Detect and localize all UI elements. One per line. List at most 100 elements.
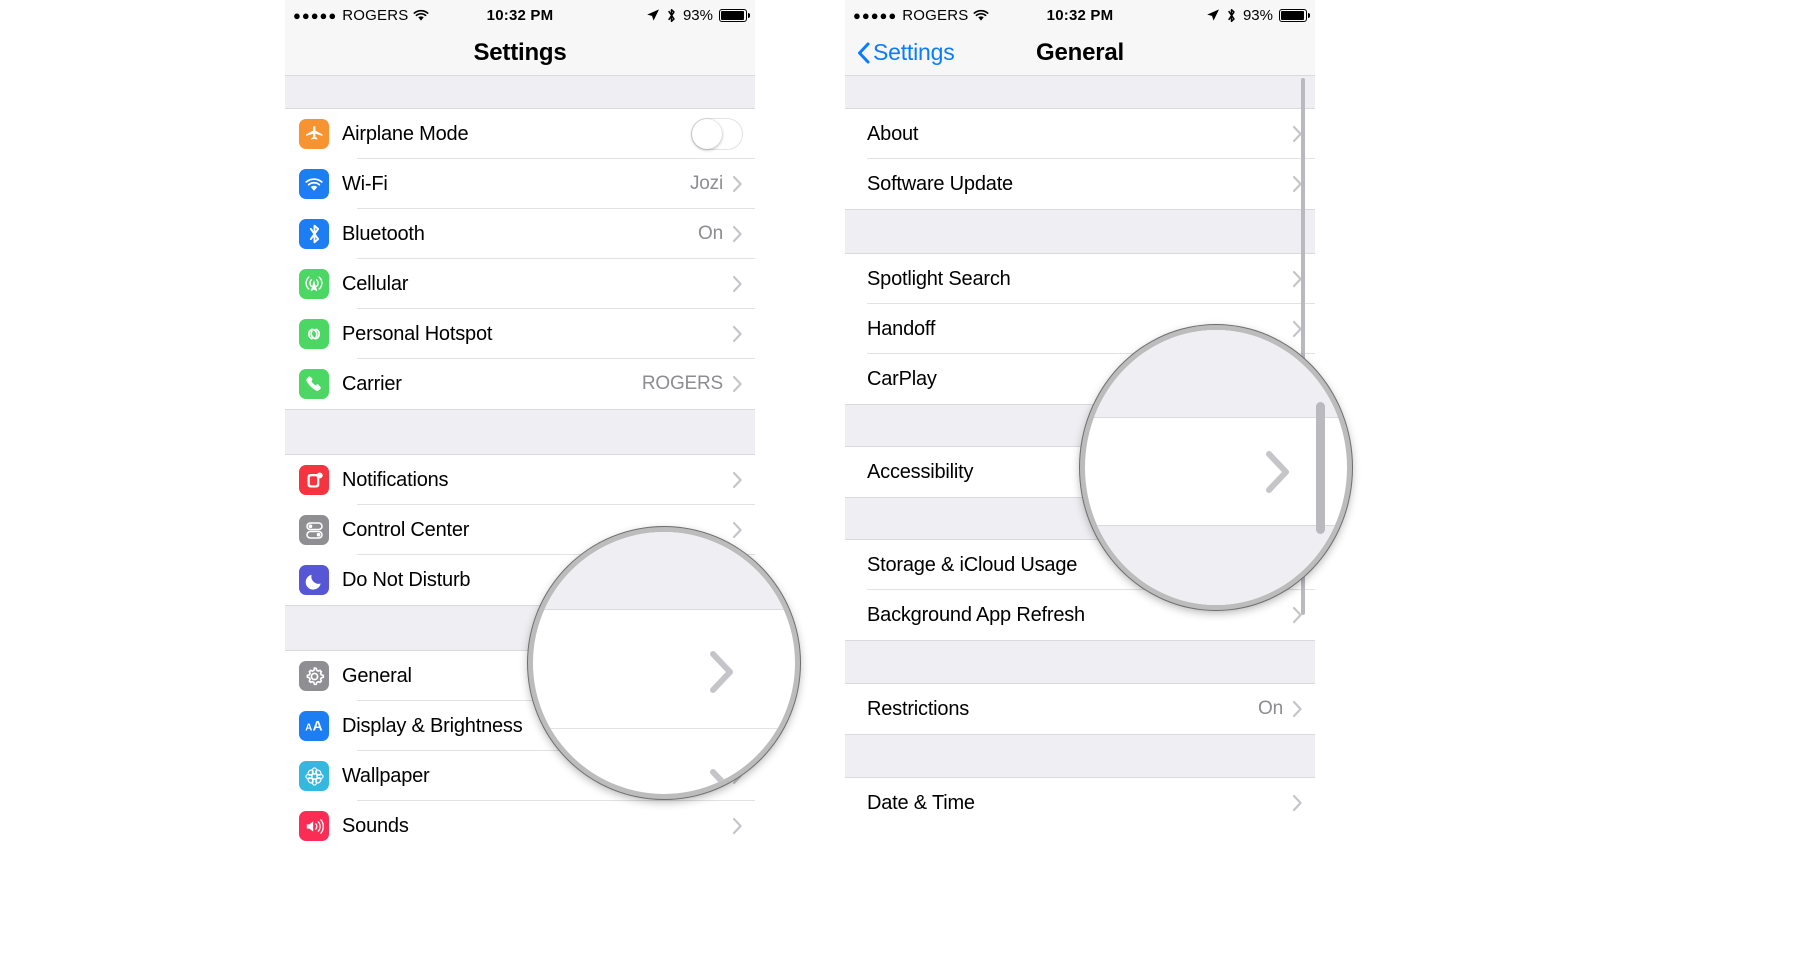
list-item-about[interactable]: About: [845, 109, 1315, 159]
back-button[interactable]: Settings: [857, 39, 955, 66]
list-item-label: Personal Hotspot: [342, 322, 493, 345]
bluetooth-icon: [1226, 8, 1237, 23]
list-item-value: On: [698, 223, 723, 244]
list-item-wi-fi[interactable]: Wi-Fi Jozi: [285, 159, 755, 209]
hotspot-link-icon: [299, 319, 329, 349]
status-bar-right-group: 93%: [1206, 6, 1310, 24]
list-item-carrier[interactable]: Carrier ROGERS: [285, 359, 755, 409]
group-spacer: [845, 640, 1315, 684]
list-item-restrictions[interactable]: Restrictions On: [845, 684, 1315, 734]
chevron-right-icon: [732, 817, 743, 835]
signal-dots-icon: ●●●●●: [853, 7, 898, 23]
group-spacer: [845, 75, 1315, 109]
list-item-date-time[interactable]: Date & Time: [845, 778, 1315, 828]
magnifier-left: [528, 527, 800, 799]
group-spacer: [285, 75, 755, 109]
chevron-right-icon: [732, 325, 743, 343]
list-item-sounds[interactable]: Sounds: [285, 801, 755, 851]
vertical-scrollbar[interactable]: [1301, 78, 1305, 370]
wallpaper-flower-icon: [299, 761, 329, 791]
wifi-icon: [413, 9, 429, 22]
list-item-label: Spotlight Search: [867, 267, 1011, 290]
screenshot-stage: ●●●●● ROGERS 10:32 PM 93% Settings Airpl…: [0, 0, 1815, 954]
chevron-right-icon: [732, 471, 743, 489]
text-size-icon: A A: [299, 711, 329, 741]
nav-bar-left: Settings: [285, 30, 755, 75]
chevron-right-icon: [1292, 700, 1303, 718]
list-item-label: Cellular: [342, 272, 409, 295]
moon-icon: [299, 565, 329, 595]
speaker-icon: [299, 811, 329, 841]
phone-screen-settings: ●●●●● ROGERS 10:32 PM 93% Settings Airpl…: [285, 0, 755, 954]
airplane-icon: [299, 119, 329, 149]
list-item-personal-hotspot[interactable]: Personal Hotspot: [285, 309, 755, 359]
list-item-label: Software Update: [867, 172, 1013, 195]
back-button-label: Settings: [873, 39, 955, 65]
status-bar-right-group: 93%: [646, 6, 750, 24]
list-item-label: Restrictions: [867, 697, 970, 720]
list-item-label: Date & Time: [867, 791, 975, 814]
list-item-label: Airplane Mode: [342, 122, 469, 145]
signal-dots-icon: ●●●●●: [293, 7, 338, 23]
chevron-right-icon: [732, 225, 743, 243]
chevron-left-icon: [857, 42, 870, 64]
status-bar-right: ●●●●● ROGERS 10:32 PM 93%: [845, 0, 1315, 30]
magnifier-right: [1080, 325, 1352, 610]
gear-icon: [299, 661, 329, 691]
loupe-scrollbar: [1316, 402, 1325, 534]
toggle-knob: [692, 119, 722, 149]
list-item-airplane-mode[interactable]: Airplane Mode: [285, 109, 755, 159]
loupe-chevron-icon: [1265, 450, 1291, 499]
list-item-label: Bluetooth: [342, 222, 425, 245]
wifi-icon: [299, 169, 329, 199]
page-title: Settings: [473, 38, 567, 66]
loupe-chevron-icon: [709, 650, 735, 699]
notifications-icon: [299, 465, 329, 495]
phone-icon: [299, 369, 329, 399]
svg-text:A: A: [305, 723, 312, 734]
list-item-value: On: [1258, 698, 1283, 719]
loupe-group-band-bottom: [1085, 525, 1347, 605]
list-item-label: About: [867, 122, 919, 145]
carrier-label: ROGERS: [902, 6, 969, 24]
group-spacer: [845, 209, 1315, 254]
cellular-antenna-icon: [299, 269, 329, 299]
toggle-switch[interactable]: [691, 118, 743, 150]
loupe-group-band: [1085, 330, 1347, 418]
list-item-software-update[interactable]: Software Update: [845, 159, 1315, 209]
list-item-label: Wi-Fi: [342, 172, 388, 195]
loupe-group-band: [533, 532, 795, 610]
list-item-bluetooth[interactable]: Bluetooth On: [285, 209, 755, 259]
bluetooth-icon: [299, 219, 329, 249]
chevron-right-icon: [732, 275, 743, 293]
list-item-spotlight-search[interactable]: Spotlight Search: [845, 254, 1315, 304]
list-item-label: Notifications: [342, 468, 449, 491]
group-spacer: [285, 409, 755, 455]
list-item-value: ROGERS: [641, 373, 723, 394]
status-bar-left-group: ●●●●● ROGERS: [853, 7, 989, 24]
battery-icon: [1279, 8, 1310, 22]
list-item-label: Sounds: [342, 814, 409, 837]
bluetooth-icon: [666, 8, 677, 23]
list-item-label: Carrier: [342, 372, 402, 395]
status-bar-left: ●●●●● ROGERS 10:32 PM 93%: [285, 0, 755, 30]
wifi-icon: [973, 9, 989, 22]
list-item-cellular[interactable]: Cellular: [285, 259, 755, 309]
battery-percent-label: 93%: [1242, 6, 1273, 24]
group-spacer: [845, 734, 1315, 778]
chevron-right-icon: [732, 375, 743, 393]
carrier-label: ROGERS: [342, 6, 409, 24]
nav-bar-right: Settings General: [845, 30, 1315, 75]
list-item-value: Jozi: [690, 173, 723, 194]
status-bar-left-group: ●●●●● ROGERS: [293, 7, 429, 24]
loupe-separator: [533, 728, 795, 729]
location-arrow-icon: [646, 8, 660, 22]
chevron-right-icon: [1292, 794, 1303, 812]
location-arrow-icon: [1206, 8, 1220, 22]
list-item-notifications[interactable]: Notifications: [285, 455, 755, 505]
battery-percent-label: 93%: [682, 6, 713, 24]
control-center-icon: [299, 515, 329, 545]
battery-icon: [719, 8, 750, 22]
svg-text:A: A: [313, 718, 323, 734]
chevron-right-icon: [732, 175, 743, 193]
